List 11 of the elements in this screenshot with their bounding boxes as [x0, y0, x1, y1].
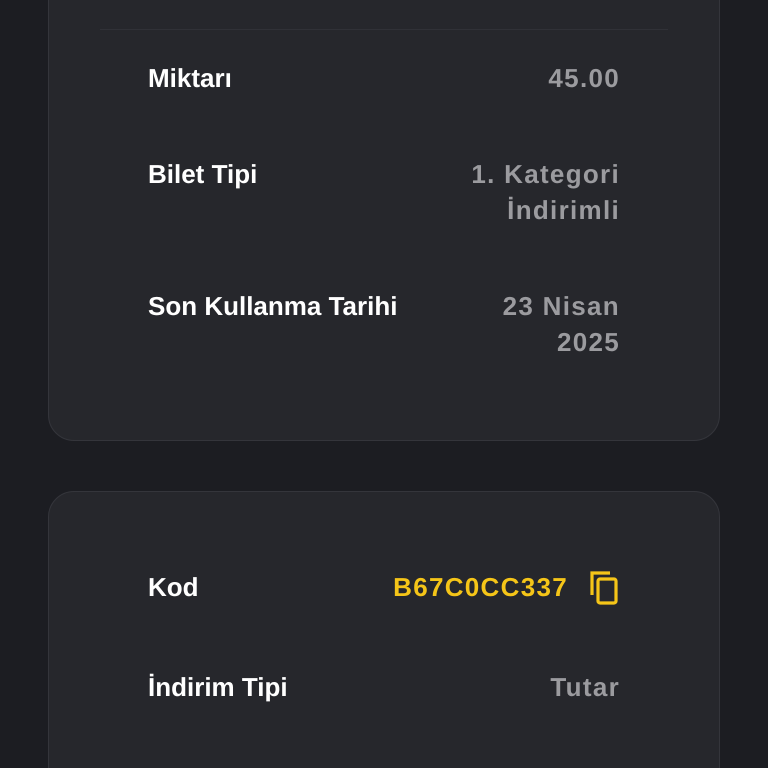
- field-label: Son Kullanma Tarihi: [148, 290, 398, 323]
- field-label: İndirim Tipi: [148, 671, 288, 704]
- field-value: 23 Nisan 2025: [502, 290, 620, 359]
- field-label: Kod: [148, 571, 199, 604]
- field-value: Tutar: [550, 671, 620, 704]
- field-value: 1. Kategori İndirimli: [470, 158, 620, 227]
- copy-icon[interactable]: [588, 569, 620, 605]
- discount-code: B67C0CC337: [393, 571, 568, 604]
- field-label: Bilet Tipi: [148, 158, 258, 191]
- field-value: 45.00: [548, 62, 620, 95]
- field-label: Miktarı: [148, 62, 232, 95]
